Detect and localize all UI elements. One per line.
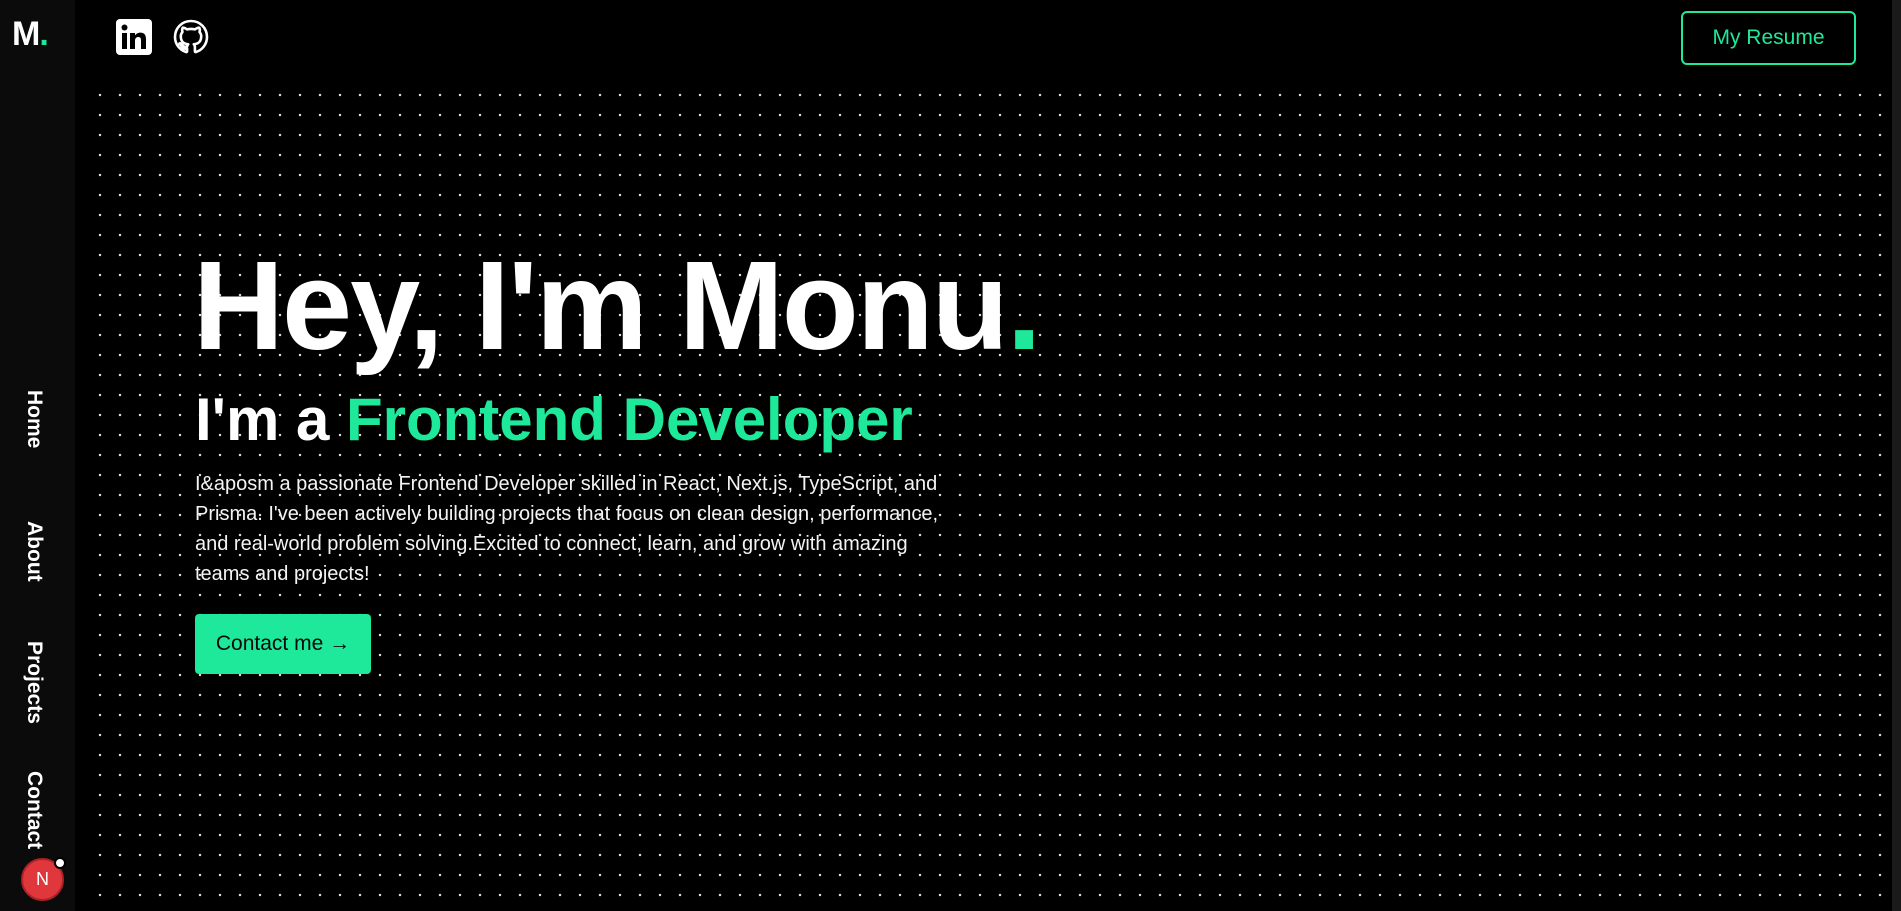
nav-projects[interactable]: Projects bbox=[22, 641, 46, 724]
hero-subtitle-prefix: I'm a bbox=[195, 386, 346, 453]
sidebar: M. Home About Projects Contact N bbox=[0, 0, 75, 911]
hero-subtitle: I'm a Frontend Developer bbox=[195, 382, 913, 458]
logo-dot: . bbox=[39, 15, 49, 53]
linkedin-icon[interactable] bbox=[116, 19, 152, 55]
page-root: M. Home About Projects Contact N My Resu… bbox=[0, 0, 1901, 911]
github-icon[interactable] bbox=[173, 19, 209, 55]
hero-title: Hey, I'm Monu. bbox=[193, 235, 1042, 376]
scrollbar[interactable] bbox=[1892, 0, 1901, 911]
resume-button[interactable]: My Resume bbox=[1681, 11, 1856, 65]
avatar-status-dot bbox=[54, 857, 66, 869]
hero-subtitle-role: Frontend Developer bbox=[346, 386, 913, 453]
nav-about[interactable]: About bbox=[22, 521, 46, 582]
nav-contact[interactable]: Contact bbox=[22, 771, 46, 849]
nav-home[interactable]: Home bbox=[22, 390, 46, 448]
contact-button[interactable]: Contact me → bbox=[195, 614, 371, 674]
hero-title-dot: . bbox=[1006, 235, 1042, 376]
logo-letter: M bbox=[12, 15, 40, 53]
hero-title-text: Hey, I'm Monu bbox=[193, 235, 1009, 376]
hero-description: I&aposm a passionate Frontend Developer … bbox=[195, 473, 939, 585]
avatar-letter: N bbox=[36, 869, 49, 889]
site-logo[interactable]: M. bbox=[12, 12, 49, 56]
